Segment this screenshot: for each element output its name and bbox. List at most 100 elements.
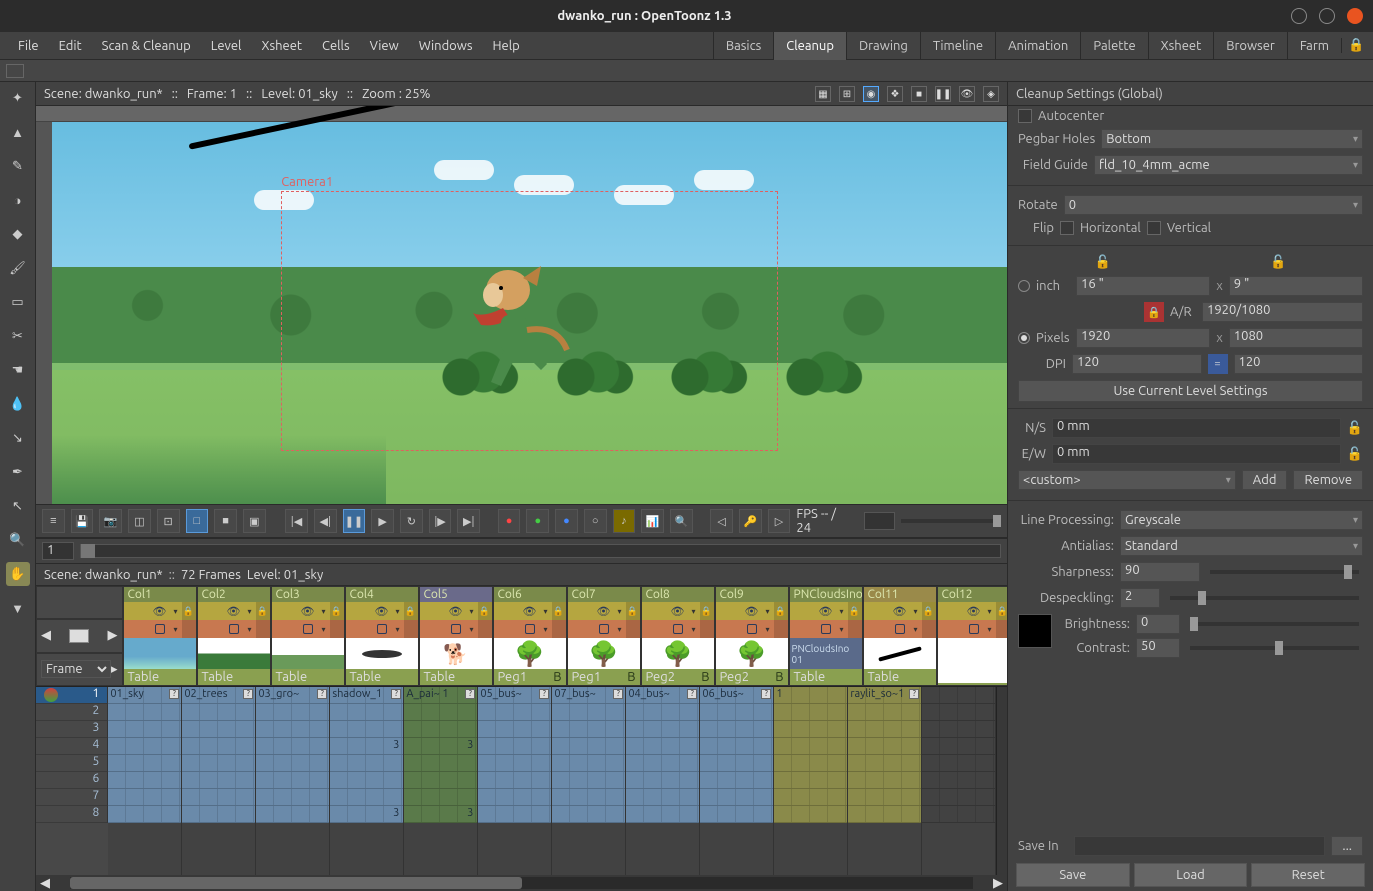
color-swatch[interactable] [1018, 614, 1052, 648]
column-parent[interactable]: Peg1B [494, 669, 566, 685]
cell[interactable] [700, 772, 773, 789]
column-Col9[interactable]: Col9👁▾🔒▾Peg2B [715, 586, 789, 686]
column-Col3[interactable]: Col3👁▾🔒▾Table [271, 586, 345, 686]
cell[interactable] [182, 806, 255, 823]
column-parent[interactable]: Table [864, 669, 936, 685]
lock-icon[interactable]: 🔒 [182, 602, 196, 620]
remove-preset-button[interactable]: Remove [1293, 470, 1363, 490]
cell[interactable] [626, 704, 699, 721]
column-visibility-row[interactable]: 👁▾🔒 [272, 602, 344, 620]
zoom-tool-icon[interactable]: 🔍 [6, 528, 30, 552]
preset-select[interactable]: <custom> [1018, 470, 1236, 490]
filter-icon[interactable] [996, 620, 1007, 638]
cell[interactable] [404, 772, 477, 789]
menu-scan-cleanup[interactable]: Scan & Cleanup [92, 39, 201, 53]
column-visibility-row[interactable]: 👁▾🔒 [346, 602, 418, 620]
cell[interactable]: 03_gro~? [256, 687, 329, 704]
column-visibility-row[interactable]: 👁▾🔒 [790, 602, 862, 620]
camstand-icon[interactable] [673, 624, 683, 634]
eye-icon[interactable]: 👁 [153, 605, 167, 618]
filter-icon[interactable] [330, 620, 344, 638]
paint-brush-tool-icon[interactable]: 🖌 [6, 256, 30, 280]
brightness-slider[interactable] [1190, 622, 1359, 626]
camstand-icon[interactable] [969, 624, 979, 634]
sound-icon[interactable]: ♪ [613, 509, 636, 533]
window-minimize-button[interactable] [1291, 8, 1307, 24]
cell[interactable] [700, 789, 773, 806]
filter-icon[interactable] [626, 620, 640, 638]
dropdown-icon[interactable]: ▾ [466, 620, 478, 638]
lineproc-select[interactable]: Greyscale [1120, 510, 1363, 530]
fps-field[interactable] [864, 512, 895, 530]
rotate-select[interactable]: 0 [1064, 195, 1363, 215]
camstand-icon[interactable] [895, 624, 905, 634]
column-Col11[interactable]: Col11👁▾🔒▾Table [863, 586, 937, 686]
menu-windows[interactable]: Windows [409, 39, 483, 53]
preview-icon[interactable]: 👁 [959, 86, 975, 102]
column-parent[interactable]: Peg2B [642, 669, 714, 685]
column-camstand-row[interactable]: ▾ [346, 620, 418, 638]
column-parent[interactable]: Table [124, 669, 196, 685]
define-subcamera-icon[interactable]: ⊡ [157, 509, 180, 533]
filter-icon[interactable] [848, 620, 862, 638]
lock-icon[interactable]: 🔒 [478, 602, 492, 620]
contrast-slider[interactable] [1190, 646, 1359, 650]
column-header[interactable]: Col6 [494, 587, 566, 602]
column-header[interactable]: Col8 [642, 587, 714, 602]
dpi-link-icon[interactable]: = [1208, 354, 1228, 374]
column-visibility-row[interactable]: 👁▾🔒 [568, 602, 640, 620]
frame-number[interactable]: 8 [36, 806, 108, 823]
dropdown-icon[interactable]: ▾ [540, 602, 552, 620]
filter-icon[interactable] [700, 620, 714, 638]
lock-icon[interactable]: 🔒 [848, 602, 862, 620]
frame-number[interactable]: 3 [36, 721, 108, 738]
column-visibility-row[interactable]: 👁▾🔒 [642, 602, 714, 620]
eye-icon[interactable]: 👁 [301, 605, 315, 618]
cell[interactable] [848, 806, 921, 823]
lock-icon[interactable]: 🔒 [404, 602, 418, 620]
save-button[interactable]: Save [1016, 863, 1130, 887]
column-parent[interactable]: Table [198, 669, 270, 685]
dropdown-icon[interactable]: ▾ [984, 602, 996, 620]
room-timeline[interactable]: Timeline [920, 32, 995, 60]
cell[interactable]: A_pai~ 1? [404, 687, 477, 704]
cell[interactable] [552, 755, 625, 772]
cell[interactable]: 3 [404, 806, 477, 823]
room-browser[interactable]: Browser [1213, 32, 1287, 60]
frame-mode-select[interactable]: Frame [41, 660, 111, 678]
cell[interactable] [626, 772, 699, 789]
frame-number[interactable]: 4 [36, 738, 108, 755]
cell[interactable] [626, 789, 699, 806]
safe-area-icon[interactable]: ▦ [815, 86, 831, 102]
lock-icon[interactable]: 🔒 [626, 602, 640, 620]
cell[interactable] [848, 772, 921, 789]
lock-icon[interactable]: 🔒 [922, 602, 936, 620]
camstand-icon[interactable] [451, 624, 461, 634]
flip-h-checkbox[interactable] [1060, 221, 1074, 235]
timeline-column[interactable]: 04_bus~? [626, 687, 700, 875]
cell[interactable] [256, 789, 329, 806]
cell[interactable] [552, 704, 625, 721]
column-header[interactable]: Col1 [124, 587, 196, 602]
dropdown-icon[interactable]: ▾ [392, 620, 404, 638]
menu-xsheet[interactable]: Xsheet [251, 39, 312, 53]
cell[interactable] [404, 721, 477, 738]
cell[interactable] [256, 721, 329, 738]
cell[interactable] [108, 772, 181, 789]
cell[interactable] [700, 721, 773, 738]
ew-lock-icon[interactable]: 🔓 [1347, 447, 1363, 462]
cell[interactable] [848, 789, 921, 806]
ns-field[interactable]: 0 mm [1052, 418, 1341, 438]
column-visibility-row[interactable]: 👁▾🔒 [420, 602, 492, 620]
shelf-button[interactable] [6, 64, 24, 78]
cell[interactable]: 3 [330, 738, 403, 755]
type-tool-icon[interactable]: ◆ [6, 222, 30, 246]
first-frame-icon[interactable]: |◀ [285, 509, 308, 533]
cell[interactable] [108, 721, 181, 738]
cell[interactable]: 3 [330, 806, 403, 823]
blue-channel-icon[interactable]: ● [555, 509, 578, 533]
filter-icon[interactable] [774, 620, 788, 638]
column-camstand-row[interactable]: ▾ [420, 620, 492, 638]
cell[interactable] [626, 721, 699, 738]
prev-key-icon[interactable]: ◁ [710, 509, 733, 533]
